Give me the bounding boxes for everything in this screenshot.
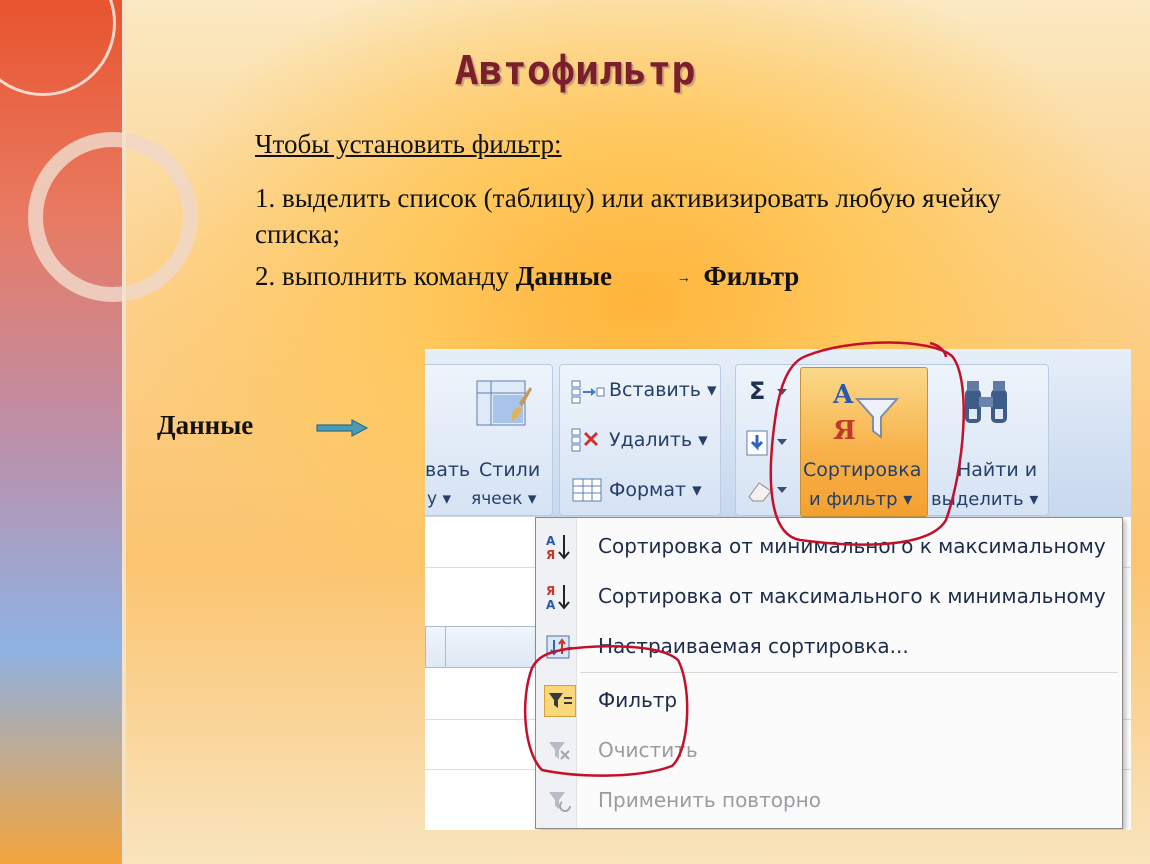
slide-background: Автофильтр Чтобы установить фильтр: 1. в… bbox=[0, 0, 1150, 864]
sort-filter-highlight-circle bbox=[769, 341, 965, 546]
highlight-annotations bbox=[523, 341, 965, 777]
filter-highlight-circle bbox=[523, 645, 689, 777]
